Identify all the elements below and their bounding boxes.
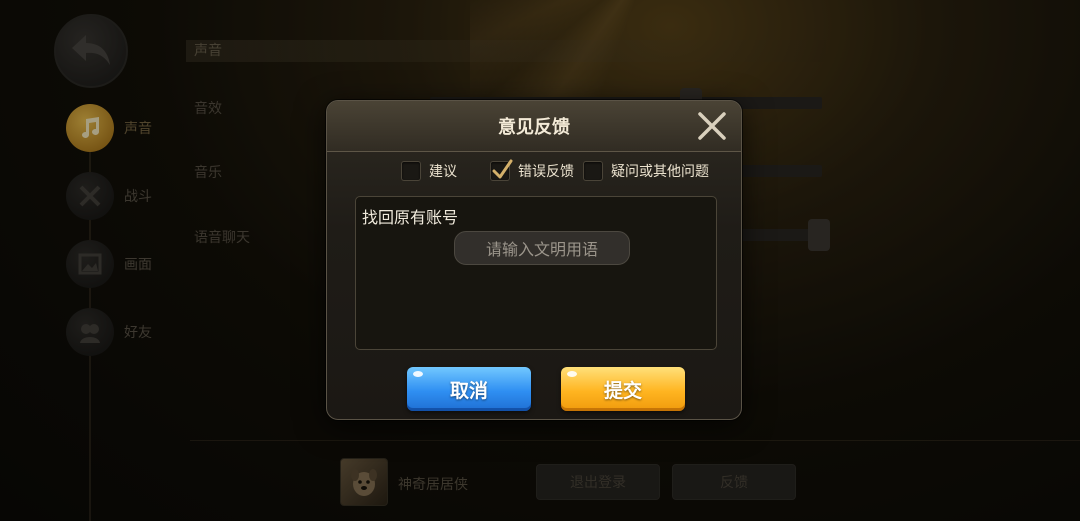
option-label: 疑问或其他问题 [611,164,709,180]
submit-button[interactable]: 提交 [561,367,685,411]
option-question-other[interactable]: 疑问或其他问题 [583,161,709,181]
suggestion-checkbox[interactable] [401,161,421,181]
question-checkbox[interactable] [583,161,603,181]
option-label: 建议 [429,164,457,180]
feedback-dialog: 意见反馈 建议 错误反馈 疑问或其他问题 找回原有账号 请输入文明用语 取消 提… [326,100,742,420]
option-label: 错误反馈 [518,164,574,180]
option-suggestion[interactable]: 建议 [401,161,457,181]
bug-report-checkbox[interactable] [490,159,513,181]
close-button[interactable] [695,109,729,143]
feedback-textarea[interactable]: 找回原有账号 请输入文明用语 [355,196,717,350]
checkmark-icon [492,159,513,179]
input-hint: 请输入文明用语 [454,231,630,265]
dialog-title: 意见反馈 [498,117,570,138]
submit-button-label: 提交 [603,379,642,402]
cancel-button[interactable]: 取消 [407,367,531,411]
button-shine [567,371,577,377]
button-shine [413,371,423,377]
feedback-type-options: 建议 错误反馈 疑问或其他问题 [401,159,718,181]
close-icon [698,112,726,140]
feedback-text-value: 找回原有账号 [362,208,459,227]
option-bug-report[interactable]: 错误反馈 [490,159,574,181]
cancel-button-label: 取消 [449,379,488,402]
